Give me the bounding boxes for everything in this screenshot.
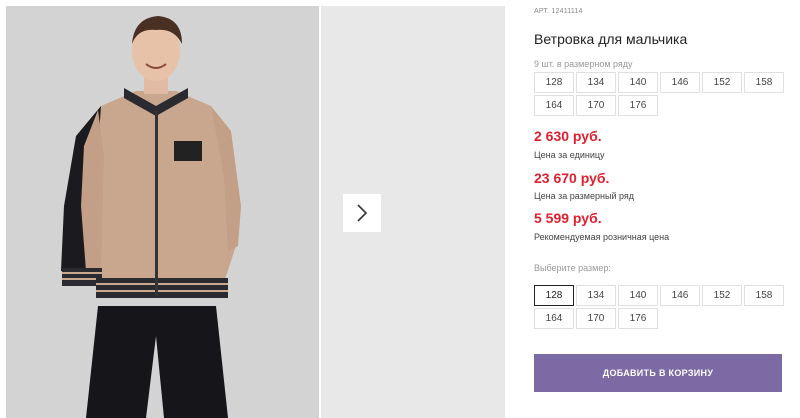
price-retail-note: Рекомендуемая розничная цена [534,232,670,242]
size-row-cell: 128 [534,72,574,93]
product-title: Ветровка для мальчика [534,31,688,47]
size-row-cell: 176 [618,95,658,116]
product-photo [6,6,319,418]
size-row-cell: 134 [576,72,616,93]
size-row-cell: 158 [744,72,784,93]
choose-size-label: Выберите размер: [534,263,611,273]
product-gallery [0,0,505,418]
size-option-134[interactable]: 134 [576,285,616,306]
size-row-cell: 170 [576,95,616,116]
size-row-label: 9 шт. в размерном ряду [534,59,633,69]
size-option-152[interactable]: 152 [702,285,742,306]
size-row-cell: 152 [702,72,742,93]
price-row: 23 670 руб. [534,170,610,186]
price-unit-note: Цена за единицу [534,150,605,160]
chevron-right-icon [357,204,368,222]
size-option-170[interactable]: 170 [576,308,616,329]
size-option-176[interactable]: 176 [618,308,658,329]
size-row-cell: 146 [660,72,700,93]
size-option-146[interactable]: 146 [660,285,700,306]
size-option-164[interactable]: 164 [534,308,574,329]
article-number: АРТ. 12411114 [534,8,583,15]
add-to-cart-button[interactable]: ДОБАВИТЬ В КОРЗИНУ [534,354,782,392]
price-row-note: Цена за размерный ряд [534,191,635,201]
size-option-128[interactable]: 128 [534,285,574,306]
price-unit: 2 630 руб. [534,128,602,144]
size-row-cell: 140 [618,72,658,93]
size-option-140[interactable]: 140 [618,285,658,306]
size-option-158[interactable]: 158 [744,285,784,306]
next-image-button[interactable] [343,194,381,232]
size-row-cell: 164 [534,95,574,116]
price-retail: 5 599 руб. [534,210,602,226]
